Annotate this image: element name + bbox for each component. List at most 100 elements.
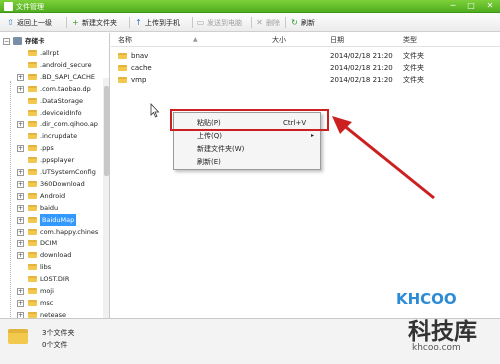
folder-icon — [28, 240, 37, 247]
tree-item-label: .com.taobao.dp — [40, 84, 91, 93]
tree-item-label: DCIM — [40, 239, 58, 248]
expand-icon[interactable]: + — [17, 288, 24, 295]
tree-item-label: com.happy.chines — [40, 227, 99, 236]
scrollbar-thumb[interactable] — [104, 86, 109, 176]
expand-icon[interactable]: + — [17, 228, 24, 236]
expand-icon[interactable]: + — [17, 252, 24, 260]
column-header-size[interactable]: 大小 — [272, 33, 286, 47]
tree-item[interactable]: + baidu — [0, 202, 109, 214]
tree-item[interactable]: libs — [0, 261, 109, 273]
back-label: 返回上一级 — [17, 19, 52, 27]
tree-item[interactable]: .deviceidInfo — [0, 107, 109, 119]
folder-icon — [28, 73, 37, 80]
new-folder-button[interactable]: + 新建文件夹 — [71, 16, 117, 29]
file-type: 文件夹 — [403, 52, 424, 60]
collapse-icon[interactable]: − — [3, 38, 10, 45]
menu-item-label: 新建文件夹(W) — [197, 145, 245, 153]
tree-item[interactable]: + .pps — [0, 142, 109, 154]
column-header-bar — [111, 33, 500, 47]
send-button[interactable]: ▭ 发送到电脑 — [196, 16, 242, 29]
tree-item[interactable]: + Android — [0, 190, 109, 202]
tree-item[interactable]: + .dir_com.qihoo.ap — [0, 118, 109, 130]
column-header-name[interactable]: 名称 — [118, 33, 132, 47]
expand-icon[interactable]: + — [17, 192, 24, 200]
folder-icon — [28, 169, 37, 175]
expand-icon[interactable]: + — [17, 85, 24, 93]
tree-item[interactable]: LOST.DIR — [0, 273, 109, 285]
expand-icon[interactable]: + — [17, 145, 24, 153]
tree-item[interactable]: + com.happy.chines — [0, 226, 109, 238]
tree-item-label: .UTSystemConfig — [40, 168, 96, 176]
expand-icon[interactable]: + — [17, 240, 24, 248]
tree-item[interactable]: + moji — [0, 285, 109, 297]
minimize-button[interactable]: ─ — [444, 0, 462, 12]
upload-icon: ↑ — [135, 18, 142, 27]
tree-item-label: .pps — [40, 144, 54, 153]
file-date: 2014/02/18 21:20 — [330, 64, 393, 72]
file-row[interactable]: bnav 2014/02/18 21:20 文件夹 — [111, 51, 500, 62]
tree-item[interactable]: + .com.taobao.dp — [0, 83, 109, 95]
folder-icon — [28, 276, 37, 283]
watermark: KHCOO 科技库 khcoo.com — [392, 288, 498, 362]
delete-button[interactable]: ✕ 删除 — [255, 16, 280, 29]
tree-item[interactable]: +360Download — [0, 178, 109, 190]
tree-item[interactable]: .DataStorage — [0, 95, 109, 107]
toolbar-divider — [192, 17, 193, 28]
expand-icon[interactable]: + — [17, 73, 24, 81]
plus-icon: + — [72, 18, 79, 27]
file-row[interactable]: cache 2014/02/18 21:20 文件夹 — [111, 63, 500, 74]
app-icon — [4, 2, 13, 11]
folder-icon — [28, 216, 37, 223]
menu-item-refresh[interactable]: 刷新(E) — [176, 156, 318, 168]
tree-item[interactable]: .android_secure — [0, 59, 109, 71]
tree-item[interactable]: + msc — [0, 297, 109, 309]
column-header-date[interactable]: 日期 — [330, 33, 344, 47]
file-row[interactable]: vmp 2014/02/18 21:20 文件夹 — [111, 75, 500, 86]
close-button[interactable]: ✕ — [481, 0, 499, 12]
window-title: 文件管理 — [16, 3, 44, 11]
tree-item[interactable]: + .UTSystemConfig — [0, 166, 109, 178]
file-name: bnav — [131, 52, 149, 60]
expand-icon[interactable]: + — [17, 180, 24, 188]
upload-button[interactable]: ↑ 上传到手机 — [134, 16, 180, 29]
menu-item-upload[interactable]: 上传(Q) ▸ — [176, 130, 318, 142]
maximize-button[interactable]: □ — [462, 0, 480, 12]
tree-item[interactable]: + DCIM — [0, 237, 109, 249]
tree-root[interactable]: − 存储卡 — [0, 35, 109, 47]
folder-icon — [28, 85, 37, 92]
tree-scrollbar[interactable] — [103, 78, 109, 318]
file-type: 文件夹 — [403, 76, 424, 84]
expand-icon[interactable]: + — [17, 169, 24, 176]
refresh-button[interactable]: ↻ 刷新 — [290, 16, 315, 29]
toolbar-divider — [66, 17, 67, 28]
file-date: 2014/02/18 21:20 — [330, 52, 393, 60]
tree-item[interactable]: + BaiduMap — [0, 213, 109, 226]
tree-root-label: 存储卡 — [25, 37, 45, 45]
tree-item-label: netease — [40, 310, 67, 318]
column-header-type[interactable]: 类型 — [403, 33, 417, 47]
expand-icon[interactable]: + — [17, 216, 24, 224]
file-type: 文件夹 — [403, 64, 424, 72]
folder-icon — [28, 228, 37, 235]
tree-item-label: .allrpt — [40, 49, 60, 57]
folder-icon — [28, 133, 37, 140]
tree-item[interactable]: .incrupdate — [0, 130, 109, 142]
tree-item-label: 360Download — [40, 179, 85, 188]
back-button[interactable]: ⇧ 返回上一级 — [6, 16, 52, 29]
expand-icon[interactable]: + — [17, 299, 24, 307]
sort-arrow-icon: ▲ — [193, 36, 198, 43]
expand-icon[interactable]: + — [17, 204, 24, 212]
tree-item[interactable]: + netease — [0, 309, 109, 318]
tree-item[interactable]: + .BD_SAPI_CACHE — [0, 71, 109, 83]
toolbar-divider — [251, 17, 252, 28]
tree-item[interactable]: .ppsplayer — [0, 154, 109, 166]
expand-icon[interactable]: + — [17, 121, 24, 129]
tree-item[interactable]: + download — [0, 249, 109, 261]
folder-icon — [28, 311, 37, 318]
folder-icon — [28, 109, 37, 116]
tree-item[interactable]: .allrpt — [0, 47, 109, 59]
annotation-arrow-icon — [332, 116, 435, 200]
menu-item-new-folder[interactable]: 新建文件夹(W) — [176, 143, 318, 155]
folder-icon — [28, 252, 37, 259]
folder-icon — [28, 157, 37, 164]
